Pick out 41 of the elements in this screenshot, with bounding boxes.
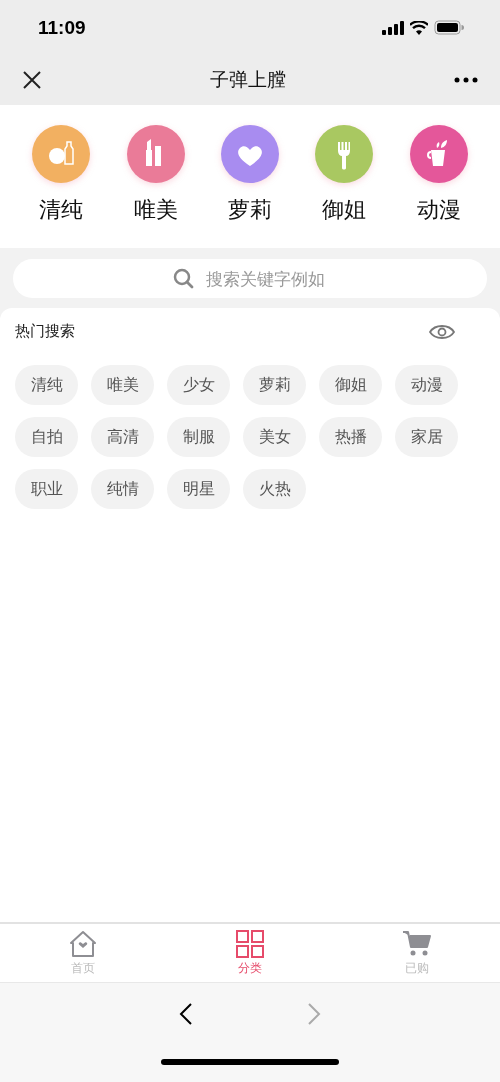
category-icon[interactable] bbox=[126, 125, 185, 183]
search-tag[interactable]: 美女 bbox=[243, 417, 306, 457]
search-tag[interactable]: 少女 bbox=[167, 365, 230, 405]
search-tag[interactable]: 热播 bbox=[319, 417, 382, 457]
signal-icon bbox=[382, 20, 404, 35]
category-label[interactable]: 动漫 bbox=[416, 195, 461, 225]
search-tag[interactable]: 高清 bbox=[91, 417, 154, 457]
battery-icon bbox=[434, 20, 464, 35]
category-label[interactable]: 唯美 bbox=[133, 195, 178, 225]
search-tag[interactable]: 御姐 bbox=[319, 365, 382, 405]
eye-icon[interactable] bbox=[429, 322, 455, 341]
cart-icon bbox=[401, 929, 432, 958]
search-tag[interactable]: 清纯 bbox=[15, 365, 78, 405]
search-tag[interactable]: 明星 bbox=[167, 469, 230, 509]
search-tag[interactable]: 萝莉 bbox=[243, 365, 306, 405]
grid-icon bbox=[235, 929, 265, 958]
search-tag[interactable]: 纯情 bbox=[91, 469, 154, 509]
search-tag[interactable]: 唯美 bbox=[91, 365, 154, 405]
category-icon[interactable] bbox=[409, 125, 468, 183]
category-icon[interactable] bbox=[315, 125, 374, 183]
close-icon[interactable] bbox=[22, 70, 42, 90]
category-label[interactable]: 萝莉 bbox=[227, 195, 272, 225]
more-icon[interactable] bbox=[454, 77, 478, 83]
search-tag[interactable]: 职业 bbox=[15, 469, 78, 509]
category-label[interactable]: 清纯 bbox=[39, 195, 84, 225]
search-tag[interactable]: 动漫 bbox=[395, 365, 458, 405]
search-field[interactable]: 搜索关键字例如 bbox=[13, 259, 487, 298]
section-title: 热门搜索 bbox=[15, 322, 75, 341]
page-title: 子弹上膛 bbox=[210, 67, 286, 92]
tab-item[interactable]: 分类 bbox=[166, 924, 334, 982]
wifi-icon bbox=[410, 20, 428, 35]
category-icon[interactable] bbox=[220, 125, 279, 183]
category-icon[interactable] bbox=[32, 125, 91, 183]
back-button[interactable] bbox=[177, 1001, 195, 1027]
search-tag[interactable]: 自拍 bbox=[15, 417, 78, 457]
search-tag[interactable]: 火热 bbox=[243, 469, 306, 509]
category-label[interactable]: 御姐 bbox=[322, 195, 367, 225]
status-time: 11:09 bbox=[38, 16, 86, 39]
house-icon bbox=[68, 929, 99, 958]
search-tag[interactable]: 制服 bbox=[167, 417, 230, 457]
search-tag[interactable]: 家居 bbox=[395, 417, 458, 457]
